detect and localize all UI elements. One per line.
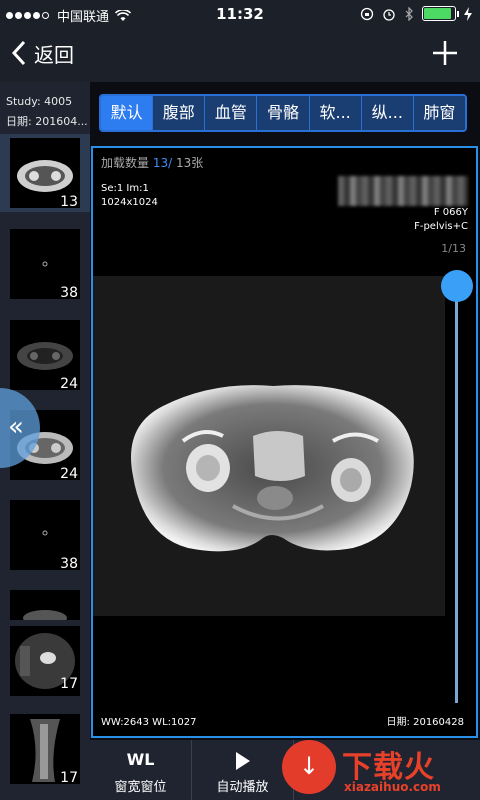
load-current: 13/ bbox=[152, 156, 173, 170]
series-image-index: Se:1 Im:1 bbox=[101, 183, 149, 194]
scan-date: 日期: 20160428 bbox=[386, 717, 464, 728]
play-icon-wrap bbox=[192, 740, 293, 776]
back-button[interactable]: 返回 bbox=[10, 38, 74, 68]
alarm-icon bbox=[383, 8, 395, 21]
tab-soft[interactable]: 软... bbox=[308, 96, 361, 130]
play-icon bbox=[235, 752, 250, 770]
add-icon[interactable] bbox=[430, 38, 460, 68]
watermark-logo: ↓ 下载火 xiazaihuo.com bbox=[280, 738, 480, 800]
series-count: 24 bbox=[60, 466, 78, 482]
series-count: 17 bbox=[60, 770, 78, 786]
series-thumb-6[interactable] bbox=[0, 586, 90, 620]
tab-abdomen[interactable]: 腹部 bbox=[152, 96, 205, 130]
series-count: 17 bbox=[60, 676, 78, 692]
series-image bbox=[10, 590, 80, 620]
tab-vessel[interactable]: 血管 bbox=[204, 96, 257, 130]
back-label: 返回 bbox=[34, 42, 74, 67]
frame-slider-knob[interactable] bbox=[441, 270, 473, 302]
tab-bone[interactable]: 骨骼 bbox=[256, 96, 309, 130]
protocol: F-pelvis+C bbox=[414, 221, 468, 232]
double-chevron-left-icon: « bbox=[8, 412, 24, 442]
battery-icon bbox=[422, 6, 459, 21]
rotation-lock-icon bbox=[360, 7, 374, 20]
watermark-url: xiazaihuo.com bbox=[344, 780, 441, 794]
charging-icon bbox=[464, 6, 472, 21]
nav-bar: 返回 bbox=[0, 28, 480, 82]
download-icon: ↓ bbox=[282, 740, 336, 794]
frame-slider-track[interactable] bbox=[455, 278, 458, 703]
series-thumb-8[interactable]: 17 bbox=[0, 710, 90, 788]
matrix-size: 1024x1024 bbox=[101, 197, 158, 208]
window-level-button[interactable]: WL 窗宽窗位 bbox=[90, 740, 192, 800]
series-count: 38 bbox=[60, 556, 78, 572]
series-thumb-7[interactable]: 17 bbox=[0, 622, 90, 696]
status-right bbox=[360, 6, 472, 21]
study-date: 日期: 201604... bbox=[6, 115, 88, 128]
series-count: 38 bbox=[60, 285, 78, 301]
patient-info: F 066Y F-pelvis+C bbox=[414, 206, 468, 234]
study-info: Study: 4005 日期: 201604... bbox=[0, 82, 90, 134]
image-info: Se:1 Im:1 1024x1024 bbox=[101, 182, 158, 210]
autoplay-label: 自动播放 bbox=[216, 780, 269, 795]
preset-tabs: 默认 腹部 血管 骨骼 软... 纵... 肺窗 bbox=[99, 94, 467, 132]
load-total: 13张 bbox=[175, 156, 204, 170]
study-id: Study: 4005 bbox=[6, 95, 73, 108]
series-thumb-1[interactable]: 13 bbox=[0, 134, 90, 212]
tab-lung[interactable]: 肺窗 bbox=[412, 96, 465, 130]
wl-label: 窗宽窗位 bbox=[114, 780, 167, 795]
tab-mediastinum[interactable]: 纵... bbox=[360, 96, 413, 130]
tab-default[interactable]: 默认 bbox=[101, 96, 153, 130]
series-count: 13 bbox=[60, 194, 78, 210]
series-count: 24 bbox=[60, 376, 78, 392]
load-label: 加载数量 bbox=[101, 156, 150, 170]
load-count: 加载数量 13/ 13张 bbox=[101, 154, 203, 171]
autoplay-button[interactable]: 自动播放 bbox=[192, 740, 294, 800]
blurred-patient-name bbox=[338, 176, 468, 206]
series-thumb-5[interactable]: 38 bbox=[0, 496, 90, 574]
patient-sex-age: F 066Y bbox=[433, 207, 468, 218]
series-thumb-2[interactable]: 38 bbox=[0, 225, 90, 303]
status-bar: 中国联通 11:32 bbox=[0, 0, 480, 28]
image-viewer[interactable]: 加载数量 13/ 13张 Se:1 Im:1 1024x1024 F 066Y … bbox=[91, 146, 478, 738]
chevron-left-icon bbox=[11, 40, 26, 66]
wl-icon: WL bbox=[126, 750, 155, 769]
mri-scan-image bbox=[93, 276, 445, 616]
window-level-readout: WW:2643 WL:1027 bbox=[101, 717, 197, 728]
series-thumb-3[interactable]: 24 bbox=[0, 316, 90, 394]
bluetooth-icon bbox=[405, 6, 413, 21]
frame-index: 1/13 bbox=[441, 242, 466, 255]
